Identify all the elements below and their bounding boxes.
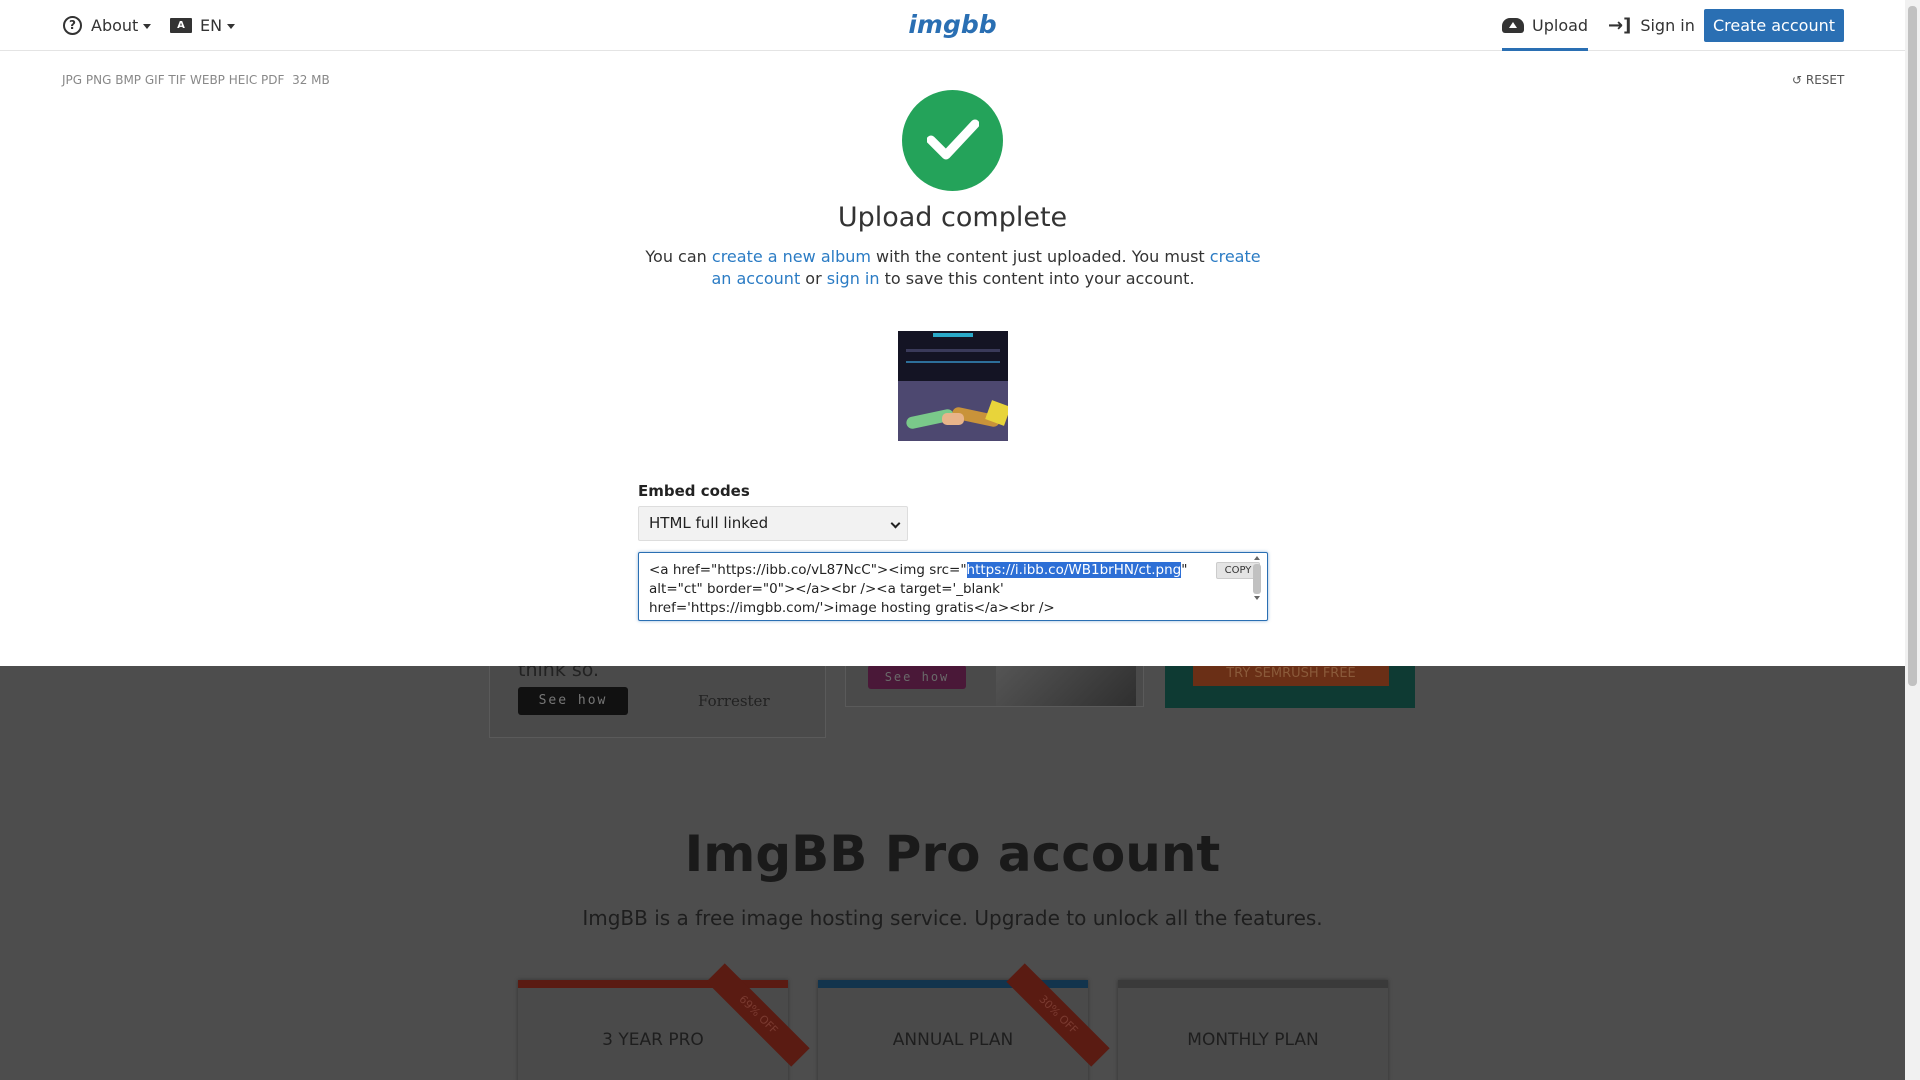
create-account-button[interactable]: Create account [1704,9,1844,42]
embed-code-select[interactable]: HTML full linked [638,506,908,541]
plan-card-3-year[interactable]: 69% OFF 3 YEAR PRO [518,963,810,1080]
active-tab-underline [1502,48,1589,51]
discount-ribbon: 30% OFF [1006,963,1110,1067]
discount-ribbon: 69% OFF [706,963,810,1067]
plan-label: 3 YEAR PRO [602,1030,704,1050]
desc-text: with the content just uploaded. You must [870,247,1210,266]
upload-description: You can create a new album with the cont… [645,246,1261,290]
desc-text: to save this content into your account. [879,269,1195,288]
reset-label: RESET [1805,73,1845,87]
upload-panel: ? About A EN imgbb Upload →] Sign in Cre… [0,0,1905,666]
upload-tab[interactable]: Upload [1502,0,1589,51]
code-text: <a href="https://ibb.co/vL87NcC"><img sr… [649,562,967,578]
language-menu[interactable]: A EN [170,0,236,50]
plan-card-annual[interactable]: 30% OFF ANNUAL PLAN [818,963,1110,1080]
reset-button[interactable]: ↺ RESET [1792,73,1844,87]
max-size: 32 MB [292,73,330,87]
format-list: JPG PNG BMP GIF TIF WEBP HEIC PDF [62,73,285,87]
scrollbar-thumb[interactable] [1908,6,1917,686]
embed-code-textarea[interactable]: <a href="https://ibb.co/vL87NcC"><img sr… [638,552,1268,621]
plan-bar [1118,980,1388,988]
thumb-header [898,331,1008,381]
signin-link[interactable]: →] Sign in [1608,0,1695,50]
ad-see-how-button[interactable]: See how [518,687,628,715]
scroll-up-icon[interactable] [1254,556,1260,560]
cloud-upload-icon [1502,17,1524,33]
caret-down-icon [143,23,152,29]
signin-label: Sign in [1640,15,1695,35]
desc-text: or [800,269,827,288]
pro-subtitle: ImgBB is a free image hosting service. U… [582,906,1323,930]
page-scrollbar[interactable] [1905,0,1920,1080]
create-album-link[interactable]: create a new album [712,247,871,266]
upload-title: Upload complete [837,202,1068,233]
plan-card-monthly[interactable]: MONTHLY PLAN [1118,980,1388,1080]
scroll-down-icon[interactable] [1254,596,1260,600]
imgbb-logo[interactable]: imgbb [908,10,996,39]
success-check-icon [902,90,1003,191]
plan-label: MONTHLY PLAN [1187,1030,1319,1050]
checkmark-icon [927,119,979,160]
help-icon: ? [63,15,82,35]
about-menu[interactable]: ? About [63,0,152,50]
language-icon: A [170,17,192,33]
allowed-formats: JPG PNG BMP GIF TIF WEBP HEIC PDF 32 MB [62,73,330,87]
uploaded-image-thumbnail[interactable] [898,331,1008,441]
desc-text: You can [645,247,712,266]
code-selection: https://i.ibb.co/WB1brHN/ct.png [966,562,1182,578]
textarea-scrollbar[interactable] [1252,556,1264,616]
ad-brand-logo: Forrester [698,692,770,710]
embed-codes-label: Embed codes [638,482,750,500]
language-label: EN [200,15,223,35]
sign-in-icon: →] [1608,14,1632,36]
ad-see-how-button[interactable]: See how [868,665,966,689]
thumb-title [933,333,973,337]
thumb-handshake [942,413,964,425]
thumb-line [906,361,1000,363]
reset-icon: ↺ [1792,73,1803,87]
caret-down-icon [227,23,236,29]
about-label: About [91,15,139,35]
upload-label: Upload [1532,15,1589,35]
pro-title: ImgBB Pro account [684,825,1221,883]
embed-code-selected: HTML full linked [649,514,769,532]
scrollbar-thumb[interactable] [1253,564,1261,594]
top-bar: ? About A EN imgbb Upload →] Sign in Cre… [0,0,1905,51]
chevron-down-icon [890,518,901,529]
sign-in-link[interactable]: sign in [827,269,880,288]
plan-label: ANNUAL PLAN [892,1030,1014,1050]
ad-cta-button[interactable]: TRY SEMRUSH FREE [1193,664,1389,686]
thumb-line [906,349,1000,352]
